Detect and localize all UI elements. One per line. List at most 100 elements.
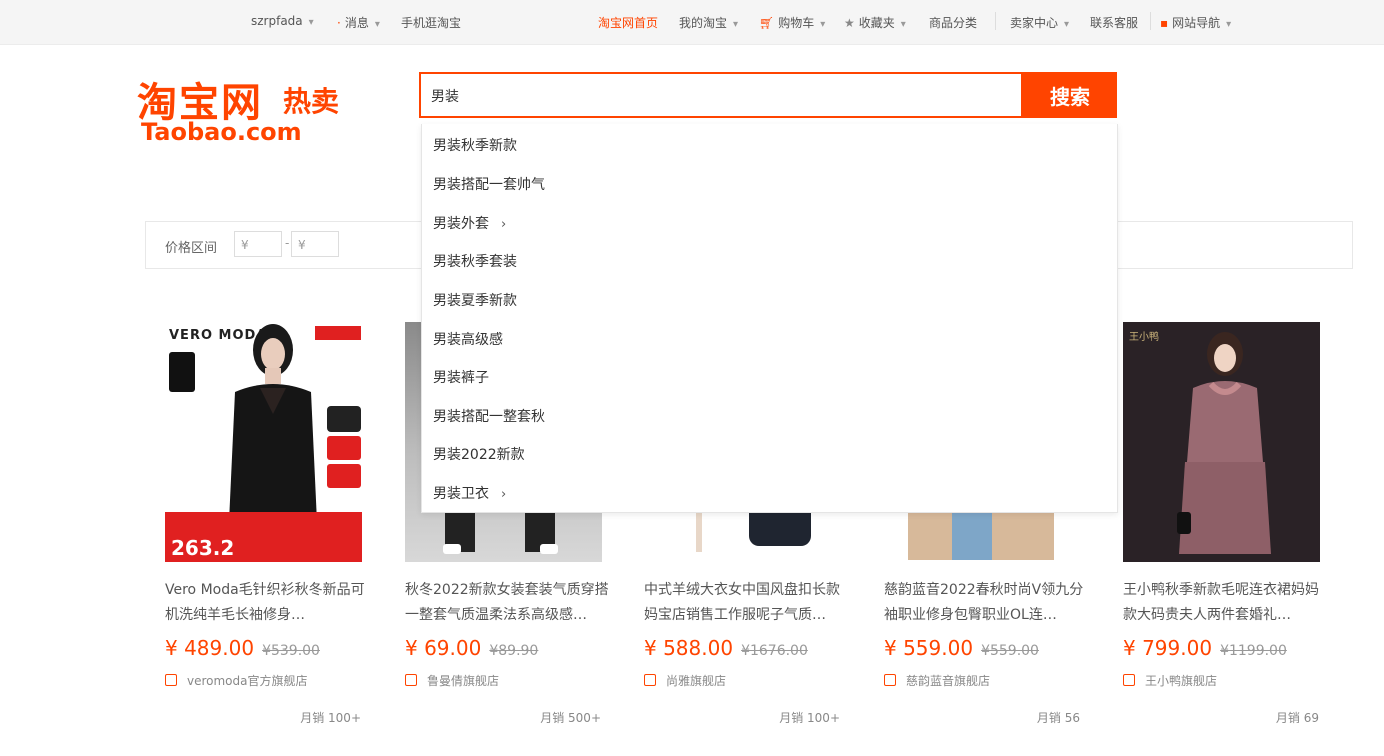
shop-link[interactable]: 鲁曼倩旗舰店 — [405, 672, 499, 689]
shop-name: veromoda官方旗舰店 — [187, 674, 308, 688]
top-nav-bar: szrpfada ▾ · 消息 ▾ 手机逛淘宝 淘宝网首页 我的淘宝 ▾ 🛒︎ 购物车 ▾ … — [0, 0, 1384, 45]
site-nav-label: 网站导航 — [1172, 16, 1221, 30]
price-max-input[interactable]: ¥ — [291, 231, 339, 257]
search-button[interactable]: 搜索 — [1023, 72, 1117, 118]
price-dash: - — [285, 236, 290, 250]
cart-menu[interactable]: 🛒︎ 购物车 ▾ — [759, 14, 825, 31]
categories-link[interactable]: 商品分类 — [929, 14, 977, 31]
mobile-taobao-link[interactable]: 手机逛淘宝 — [401, 14, 461, 31]
price-row: ¥ 799.00 ¥1199.00 — [1123, 636, 1287, 660]
price-row: ¥ 69.00 ¥89.90 — [405, 636, 538, 660]
image-watch — [327, 406, 361, 432]
search-box — [419, 72, 1023, 118]
suggestion-item[interactable]: 男装卫衣 › — [433, 483, 506, 503]
chevron-down-icon: ▾ — [1226, 19, 1232, 30]
chevron-down-icon: ▾ — [374, 19, 380, 30]
logo-hot-text: 热卖 — [283, 85, 340, 118]
original-price: ¥1676.00 — [741, 643, 808, 659]
search-input[interactable] — [431, 84, 991, 108]
product-title[interactable]: 中式羊绒大衣女中国风盘扣长款妈宝店销售工作服呢子气质… — [644, 578, 849, 628]
suggestion-item[interactable]: 男装高级感 — [433, 329, 515, 349]
price-min-input[interactable]: ¥ — [234, 231, 282, 257]
shop-icon — [1123, 674, 1135, 686]
product-price: ¥ 69.00 — [405, 636, 482, 660]
product-price: ¥ 799.00 — [1123, 636, 1213, 660]
shop-name: 慈韵蓝音旗舰店 — [906, 674, 991, 688]
divider — [1150, 12, 1151, 30]
monthly-sales: 月销 100+ — [779, 711, 840, 725]
shop-link[interactable]: 慈韵蓝音旗舰店 — [884, 672, 990, 689]
shop-icon — [165, 674, 177, 686]
original-price: ¥559.00 — [981, 643, 1039, 659]
chevron-down-icon: ▾ — [1064, 19, 1070, 30]
product-price: ¥ 489.00 — [165, 636, 255, 660]
original-price: ¥89.90 — [489, 643, 539, 659]
price-range-label: 价格区间 — [165, 241, 218, 256]
user-menu[interactable]: szrpfada ▾ — [251, 14, 314, 28]
suggestion-item[interactable]: 男装秋季套装 — [433, 251, 529, 271]
product-title[interactable]: 慈韵蓝音2022春秋时尚V领九分袖职业修身包臀职业OL连… — [884, 578, 1089, 628]
chevron-right-icon: › — [501, 217, 507, 232]
home-link[interactable]: 淘宝网首页 — [598, 14, 658, 31]
product-image[interactable]: VERO MODA 263.2 — [165, 322, 362, 562]
shop-name: 鲁曼倩旗舰店 — [427, 674, 500, 688]
suggestion-text: 男装搭配一整套秋 — [433, 409, 545, 425]
dot-icon: · — [337, 16, 341, 30]
image-tag — [327, 436, 361, 460]
shop-link[interactable]: 尚雅旗舰店 — [644, 672, 726, 689]
messages-link[interactable]: · 消息 ▾ — [337, 14, 380, 31]
search-suggestions-dropdown: 男装秋季新款 男装搭配一套帅气 男装外套 › 男装秋季套装 男装夏季新款 男装高级… — [421, 124, 1118, 513]
grid-icon: ▪ — [1160, 16, 1169, 30]
product-price: ¥ 588.00 — [644, 636, 734, 660]
customer-service-link[interactable]: 联系客服 — [1090, 14, 1138, 31]
image-tag — [327, 464, 361, 488]
shop-icon — [405, 674, 417, 686]
suggestion-item[interactable]: 男装搭配一整套秋 — [433, 406, 557, 426]
suggestion-text: 男装夏季新款 — [433, 293, 517, 309]
suggestion-item[interactable]: 男装2022新款 — [433, 444, 537, 464]
shop-icon — [884, 674, 896, 686]
model-figure — [229, 324, 317, 522]
suggestion-item[interactable]: 男装裤子 — [433, 367, 501, 387]
suggestion-text: 男装裤子 — [433, 370, 489, 386]
chevron-down-icon: ▾ — [733, 19, 739, 30]
monthly-sales: 月销 500+ — [540, 711, 601, 725]
image-price-text: 263.2 — [171, 536, 235, 560]
suggestion-item[interactable]: 男装搭配一套帅气 — [433, 174, 557, 194]
seller-center-menu[interactable]: 卖家中心 ▾ — [1010, 14, 1069, 31]
image-leg — [696, 512, 702, 552]
shop-name: 王小鸭旗舰店 — [1145, 674, 1218, 688]
original-price: ¥1199.00 — [1220, 643, 1287, 659]
product-title[interactable]: 秋冬2022新款女装套装气质穿搭一整套气质温柔法系高级感… — [405, 578, 610, 628]
suggestion-text: 男装秋季新款 — [433, 138, 517, 154]
image-shoe — [443, 544, 461, 554]
chevron-down-icon: ▾ — [308, 17, 314, 28]
username: szrpfada — [251, 14, 303, 28]
suggestion-text: 男装搭配一套帅气 — [433, 177, 545, 193]
logo-en-text: Taobao.com — [141, 118, 302, 146]
site-nav-menu[interactable]: ▪ 网站导航 ▾ — [1160, 14, 1231, 31]
shop-link[interactable]: veromoda官方旗舰店 — [165, 672, 308, 689]
monthly-sales: 月销 100+ — [300, 711, 361, 725]
messages-label: 消息 — [344, 16, 369, 30]
price-row: ¥ 559.00 ¥559.00 — [884, 636, 1039, 660]
favorites-label: 收藏夹 — [858, 16, 895, 30]
product-price: ¥ 559.00 — [884, 636, 974, 660]
my-taobao-menu[interactable]: 我的淘宝 ▾ — [679, 14, 738, 31]
product-title[interactable]: Vero Moda毛针织衫秋冬新品可机洗纯羊毛长袖修身… — [165, 578, 370, 628]
image-dress — [952, 512, 992, 560]
favorites-menu[interactable]: ★ 收藏夹 ▾ — [844, 14, 906, 31]
suggestion-item[interactable]: 男装外套 › — [433, 213, 506, 233]
image-tag — [169, 352, 195, 392]
shop-link[interactable]: 王小鸭旗舰店 — [1123, 672, 1217, 689]
cart-label: 购物车 — [778, 16, 815, 30]
suggestion-text: 男装秋季套装 — [433, 254, 517, 270]
star-icon: ★ — [844, 16, 855, 30]
monthly-sales: 月销 69 — [1275, 711, 1319, 725]
suggestion-item[interactable]: 男装秋季新款 — [433, 135, 529, 155]
price-row: ¥ 588.00 ¥1676.00 — [644, 636, 808, 660]
seller-center-label: 卖家中心 — [1010, 16, 1059, 30]
product-image[interactable]: 王小鸭 — [1123, 322, 1320, 562]
product-title[interactable]: 王小鸭秋季新款毛呢连衣裙妈妈款大码贵夫人两件套婚礼… — [1123, 578, 1328, 628]
suggestion-item[interactable]: 男装夏季新款 — [433, 290, 529, 310]
